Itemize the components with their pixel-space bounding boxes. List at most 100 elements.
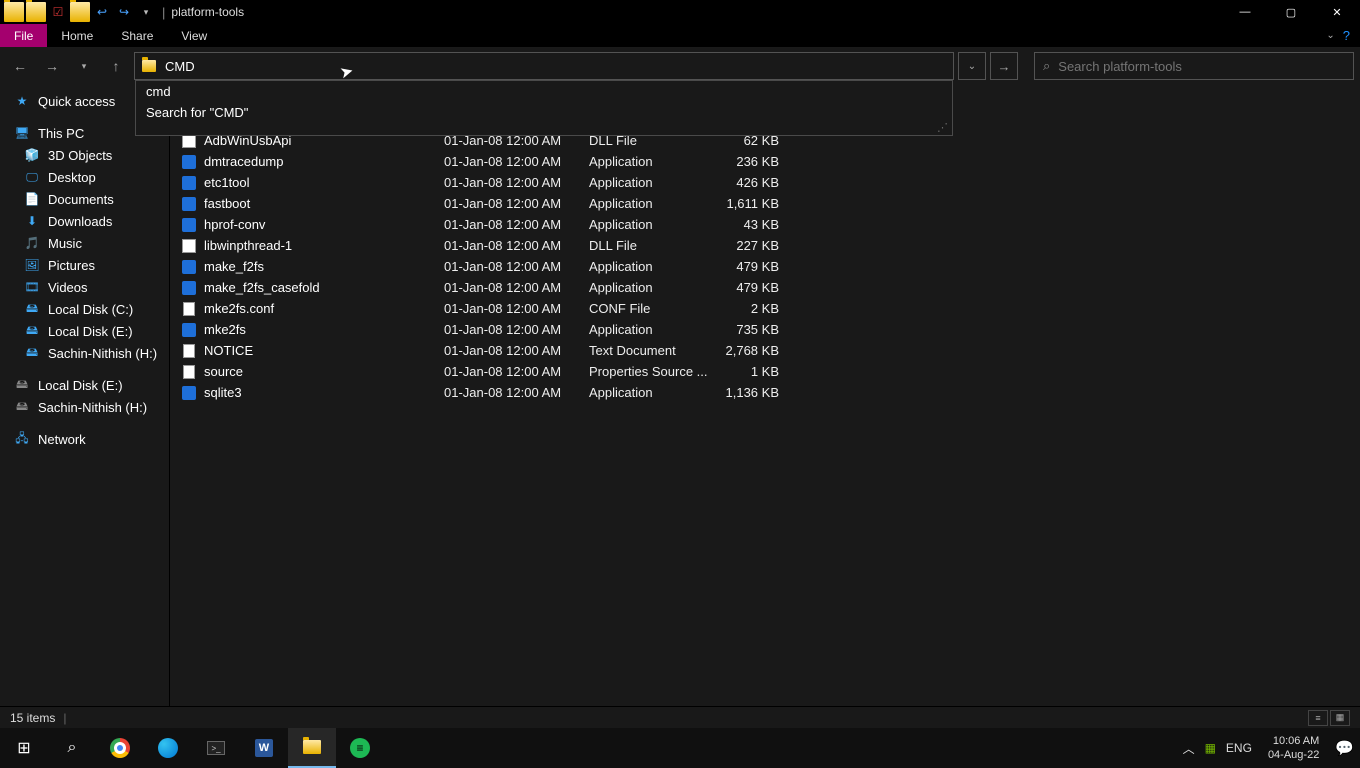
minimize-button[interactable]: — (1222, 0, 1268, 24)
undo-icon[interactable]: ↩ (92, 2, 112, 22)
sidebar-item-label: Local Disk (E:) (38, 378, 123, 393)
address-history-dropdown[interactable]: ⌄ (958, 52, 986, 80)
notifications-icon[interactable]: 💬 (1335, 739, 1354, 757)
sidebar-item-label: Desktop (48, 170, 96, 185)
resize-grip-icon[interactable]: ⋰ (136, 123, 952, 135)
sidebar-item[interactable]: 📄Documents (0, 188, 169, 210)
file-row[interactable]: hprof-conv 01-Jan-08 12:00 AM Applicatio… (170, 214, 1360, 235)
file-size: 735 KB (709, 322, 779, 337)
tab-share[interactable]: Share (107, 24, 167, 47)
tray-date: 04-Aug-22 (1268, 748, 1319, 762)
nav-icon: 📄 (24, 191, 40, 207)
file-type: Application (589, 217, 709, 232)
sidebar-item[interactable]: 🖴 Local Disk (E:) (0, 374, 169, 396)
taskbar-app-word[interactable]: W (240, 728, 288, 768)
taskbar-app-edge[interactable] (144, 728, 192, 768)
file-list[interactable]: adb 01-Jan-08 12:00 AM Application 5,645… (170, 84, 1360, 706)
file-icon (180, 302, 198, 316)
file-date: 01-Jan-08 12:00 AM (444, 322, 589, 337)
maximize-button[interactable]: ▢ (1268, 0, 1314, 24)
file-type: Text Document (589, 343, 709, 358)
file-row[interactable]: source 01-Jan-08 12:00 AM Properties Sou… (170, 361, 1360, 382)
drive-icon: 🖴 (14, 399, 30, 415)
file-row[interactable]: etc1tool 01-Jan-08 12:00 AM Application … (170, 172, 1360, 193)
sidebar-item-label: Music (48, 236, 82, 251)
tab-file[interactable]: File (0, 24, 47, 47)
tray-overflow-icon[interactable]: ︿ (1183, 740, 1195, 757)
recent-dropdown-icon[interactable]: ▾ (70, 52, 98, 80)
sidebar-item[interactable]: 🖴Sachin-Nithish (H:) (0, 396, 169, 418)
sidebar-item[interactable]: 🖵 Desktop (0, 166, 169, 188)
file-size: 2 KB (709, 301, 779, 316)
address-input[interactable] (159, 53, 953, 79)
tray-nvidia-icon[interactable]: ▦ (1205, 741, 1216, 755)
sidebar-item-network[interactable]: 🖧 Network (0, 428, 169, 450)
file-row[interactable]: NOTICE 01-Jan-08 12:00 AM Text Document … (170, 340, 1360, 361)
sidebar-item[interactable]: 🖴Sachin-Nithish (H:) (0, 342, 169, 364)
forward-button[interactable]: → (38, 52, 66, 80)
ribbon: File Home Share View ⌄ ? (0, 24, 1360, 48)
view-details-button[interactable]: ≡ (1308, 710, 1328, 726)
go-button[interactable]: → (990, 52, 1018, 80)
file-row[interactable]: dmtracedump 01-Jan-08 12:00 AM Applicati… (170, 151, 1360, 172)
file-icon (180, 176, 198, 190)
star-icon: ★ (14, 93, 30, 109)
tray-clock[interactable]: 10:06 AM 04-Aug-22 (1262, 734, 1325, 762)
file-row[interactable]: make_f2fs_casefold 01-Jan-08 12:00 AM Ap… (170, 277, 1360, 298)
up-button[interactable]: ↑ (102, 52, 130, 80)
window-controls: — ▢ ✕ (1222, 0, 1360, 24)
back-button[interactable]: ← (6, 52, 34, 80)
window-title: platform-tools (171, 5, 244, 19)
tab-view[interactable]: View (167, 24, 221, 47)
sidebar-item[interactable]: 🖴Local Disk (C:) (0, 298, 169, 320)
qat-dropdown-icon[interactable]: ▾ (136, 2, 156, 22)
file-icon (180, 155, 198, 169)
sidebar-item[interactable]: 🎞Videos (0, 276, 169, 298)
sidebar-item[interactable]: 🎵Music (0, 232, 169, 254)
tray-language[interactable]: ENG (1226, 741, 1252, 755)
nav-icon: 🖵 (24, 169, 40, 185)
file-row[interactable]: make_f2fs 01-Jan-08 12:00 AM Application… (170, 256, 1360, 277)
sidebar-item[interactable]: 🖴Local Disk (E:) (0, 320, 169, 342)
sidebar-item[interactable]: 🧊3D Objects (0, 144, 169, 166)
file-row[interactable]: fastboot 01-Jan-08 12:00 AM Application … (170, 193, 1360, 214)
view-large-button[interactable]: ▦ (1330, 710, 1350, 726)
help-icon[interactable]: ? (1343, 28, 1350, 43)
taskbar-app-spotify[interactable]: ≡ (336, 728, 384, 768)
sidebar-item-label: This PC (38, 126, 84, 141)
file-name: dmtracedump (204, 154, 444, 169)
address-bar[interactable]: cmd Search for "CMD" ⋰ (134, 52, 954, 80)
file-row[interactable]: sqlite3 01-Jan-08 12:00 AM Application 1… (170, 382, 1360, 403)
properties-icon[interactable]: ☑ (48, 2, 68, 22)
redo-icon[interactable]: ↪ (114, 2, 134, 22)
file-date: 01-Jan-08 12:00 AM (444, 343, 589, 358)
taskbar-app-explorer[interactable] (288, 728, 336, 768)
sidebar-item[interactable]: ⬇Downloads (0, 210, 169, 232)
file-size: 1 KB (709, 364, 779, 379)
close-button[interactable]: ✕ (1314, 0, 1360, 24)
file-icon (180, 260, 198, 274)
file-row[interactable]: libwinpthread-1 01-Jan-08 12:00 AM DLL F… (170, 235, 1360, 256)
file-icon (180, 239, 198, 253)
taskbar-app-cmd[interactable]: >_ (192, 728, 240, 768)
search-input[interactable] (1058, 59, 1345, 74)
file-size: 2,768 KB (709, 343, 779, 358)
taskbar-app-chrome[interactable] (96, 728, 144, 768)
file-type: Application (589, 280, 709, 295)
file-name: etc1tool (204, 175, 444, 190)
file-row[interactable]: mke2fs.conf 01-Jan-08 12:00 AM CONF File… (170, 298, 1360, 319)
suggest-item[interactable]: Search for "CMD" (136, 102, 952, 123)
file-row[interactable]: mke2fs 01-Jan-08 12:00 AM Application 73… (170, 319, 1360, 340)
start-button[interactable]: ⊞ (0, 728, 48, 768)
address-suggest-dropdown: cmd Search for "CMD" ⋰ (135, 80, 953, 136)
file-name: fastboot (204, 196, 444, 211)
search-box[interactable]: ⌕ (1034, 52, 1354, 80)
drive-icon: 🖴 (14, 377, 30, 393)
file-date: 01-Jan-08 12:00 AM (444, 238, 589, 253)
taskbar-search-button[interactable]: ⌕ (48, 728, 96, 768)
tab-home[interactable]: Home (47, 24, 107, 47)
sidebar-item[interactable]: 🖼Pictures (0, 254, 169, 276)
nav-icon: 🖴 (24, 345, 40, 361)
ribbon-expand-icon[interactable]: ⌄ (1326, 30, 1334, 41)
suggest-item[interactable]: cmd (136, 81, 952, 102)
